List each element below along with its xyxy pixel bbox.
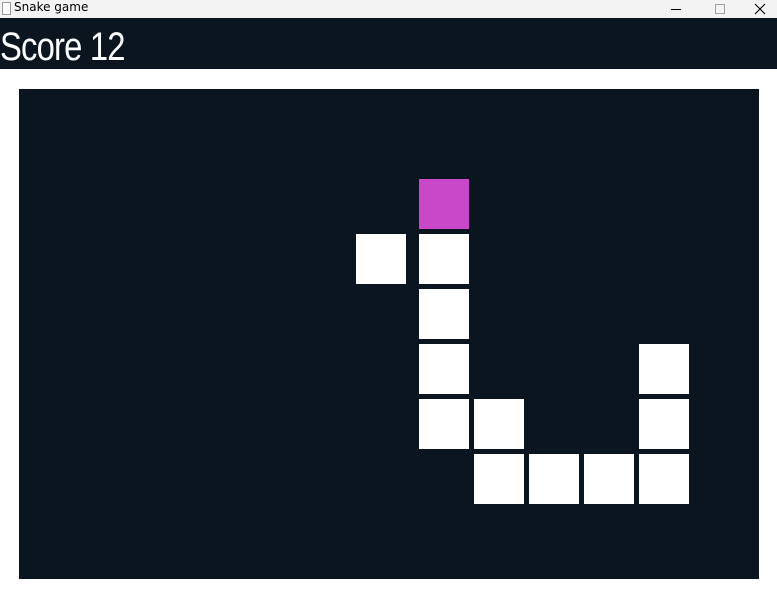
maximize-button[interactable] — [698, 0, 742, 18]
window-title: Snake game — [14, 0, 89, 14]
minimize-icon — [671, 9, 681, 10]
food-block — [419, 179, 469, 229]
close-button[interactable] — [743, 0, 777, 18]
snake-segment — [419, 234, 469, 284]
close-icon — [754, 3, 766, 15]
snake-segment — [639, 344, 689, 394]
snake-segment-stray — [356, 234, 406, 284]
snake-segment — [419, 399, 469, 449]
snake-segment — [584, 454, 634, 504]
snake-segment — [529, 454, 579, 504]
snake-segment — [419, 289, 469, 339]
title-bar[interactable]: Snake game — [0, 0, 777, 18]
snake-segment — [474, 399, 524, 449]
app-icon — [2, 2, 11, 15]
score-label: Score 12 — [0, 25, 126, 69]
game-board[interactable] — [19, 89, 759, 579]
snake-segment — [639, 454, 689, 504]
maximize-icon — [715, 4, 725, 14]
snake-segment — [474, 454, 524, 504]
score-bar: Score 12 — [0, 18, 777, 69]
snake-segment — [639, 399, 689, 449]
snake-segment — [419, 344, 469, 394]
game-window: Snake game Score 12 — [0, 0, 777, 593]
minimize-button[interactable] — [654, 0, 698, 18]
